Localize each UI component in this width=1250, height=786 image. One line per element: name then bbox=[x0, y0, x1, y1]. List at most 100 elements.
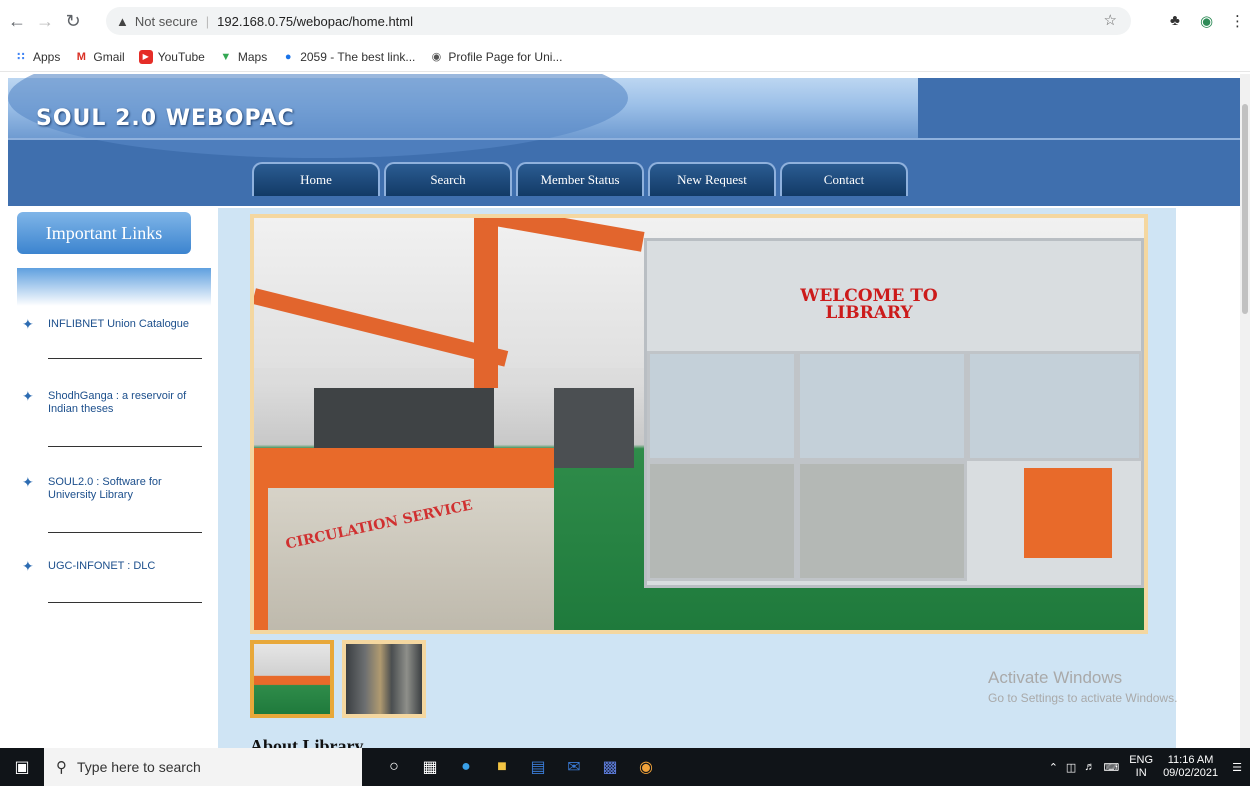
sidebar-divider bbox=[48, 602, 202, 603]
clock-time: 11:16 AM bbox=[1167, 754, 1214, 766]
bookmark-2059[interactable]: ● 2059 - The best link... bbox=[281, 49, 416, 64]
keyboard-icon[interactable]: ⌨ bbox=[1103, 761, 1119, 774]
thumbnail-image bbox=[254, 644, 330, 714]
address-bar[interactable]: ▲ Not secure | 192.168.0.75/webopac/home… bbox=[106, 7, 1131, 35]
bookmark-maps[interactable]: ▼ Maps bbox=[219, 50, 267, 64]
task-view-icon[interactable]: ▦ bbox=[412, 748, 448, 786]
sidebar-divider bbox=[48, 358, 202, 359]
gmail-icon: M bbox=[76, 50, 86, 63]
photo-panel bbox=[797, 461, 967, 581]
photo-desk bbox=[1024, 468, 1112, 558]
bookmark-label: 2059 - The best link... bbox=[300, 49, 416, 64]
site-logo: SOUL 2.0 WEBOPAC bbox=[36, 106, 295, 131]
store-icon[interactable]: ▤ bbox=[520, 748, 556, 786]
counter-face bbox=[254, 488, 554, 630]
library-photo: WELCOME TO LIBRARY CIRCULATION SERVICE bbox=[254, 218, 1144, 630]
bookmark-label: Apps bbox=[33, 49, 61, 64]
taskbar-search[interactable]: ⚲ Type here to search bbox=[44, 748, 362, 786]
site-header: SOUL 2.0 WEBOPAC Home Search Member Stat… bbox=[8, 74, 1240, 206]
bookmark-apps[interactable]: ∷ Apps bbox=[14, 50, 60, 64]
taskbar-search-placeholder: Type here to search bbox=[77, 759, 201, 775]
windows-start-icon[interactable]: ▣ bbox=[0, 748, 44, 786]
header-divider bbox=[8, 138, 1240, 140]
system-tray: ⌃ ◫ ♬ ⌨ ENG IN 11:16 AM 09/02/2021 ☰ bbox=[1049, 748, 1242, 786]
clock[interactable]: 11:16 AM 09/02/2021 bbox=[1163, 754, 1218, 780]
cortana-icon[interactable]: ○ bbox=[376, 748, 412, 786]
menu-kebab-icon[interactable]: ⋮ bbox=[1230, 12, 1245, 30]
apps-grid-icon: ∷ bbox=[17, 51, 25, 63]
menu-search[interactable]: Search bbox=[384, 162, 512, 196]
watermark-subtitle: Go to Settings to activate Windows. bbox=[988, 691, 1178, 705]
security-label: Not secure bbox=[134, 13, 198, 29]
maps-pin-icon: ▼ bbox=[220, 50, 232, 63]
photo-glass bbox=[647, 351, 797, 461]
bookmark-profile[interactable]: ◉ Profile Page for Uni... bbox=[429, 50, 563, 64]
reload-icon[interactable]: ↻ bbox=[62, 10, 84, 32]
sidebar-link-label[interactable]: ShodhGanga : a reservoir of Indian these… bbox=[48, 390, 208, 416]
sidebar-link-label[interactable]: SOUL2.0 : Software for University Librar… bbox=[48, 476, 208, 502]
volume-icon[interactable]: ♬ bbox=[1084, 761, 1095, 773]
sparkle-icon: ✦ bbox=[22, 558, 34, 574]
menu-new-request[interactable]: New Request bbox=[648, 162, 776, 196]
photo-shelf bbox=[554, 388, 634, 468]
windows-taskbar: ▣ ⚲ Type here to search ○ ▦ ● ■ ▤ ✉ ▩ ◉ … bbox=[0, 748, 1250, 786]
thumbnail-2[interactable] bbox=[342, 640, 426, 718]
forward-arrow-icon[interactable]: → bbox=[34, 10, 56, 32]
important-links-header: Important Links bbox=[17, 212, 191, 254]
tray-chevron-icon[interactable]: ⌃ bbox=[1049, 761, 1058, 774]
webpage: SOUL 2.0 WEBOPAC Home Search Member Stat… bbox=[0, 74, 1240, 748]
menu-member-status[interactable]: Member Status bbox=[516, 162, 644, 196]
omnibox-divider: | bbox=[205, 13, 210, 29]
photo-shelf bbox=[314, 388, 494, 448]
browser-toolbar: ← → ↻ ▲ Not secure | 192.168.0.75/webopa… bbox=[0, 0, 1250, 42]
back-arrow-icon[interactable]: ← bbox=[6, 10, 28, 32]
sidebar: Important Links ✦ INFLIBNET Union Catalo… bbox=[8, 208, 216, 748]
menu-home[interactable]: Home bbox=[252, 162, 380, 196]
globe-icon: ◉ bbox=[431, 51, 442, 63]
bookmark-youtube[interactable]: ▶ YouTube bbox=[138, 49, 205, 64]
scrollbar-thumb[interactable] bbox=[1242, 104, 1248, 314]
youtube-icon: ▶ bbox=[138, 49, 153, 64]
photo-panel bbox=[647, 461, 797, 581]
bookmark-label: YouTube bbox=[157, 49, 205, 64]
sparkle-icon: ✦ bbox=[22, 388, 34, 404]
file-explorer-icon[interactable]: ■ bbox=[484, 748, 520, 786]
counter-top bbox=[254, 448, 554, 488]
edge-icon[interactable]: ● bbox=[448, 748, 484, 786]
bookmark-gmail[interactable]: M Gmail bbox=[74, 49, 125, 64]
network-icon[interactable]: ◫ bbox=[1066, 761, 1076, 774]
region-code: IN bbox=[1135, 767, 1147, 779]
activate-windows-watermark: Activate Windows Go to Settings to activ… bbox=[988, 668, 1177, 705]
menu-contact[interactable]: Contact bbox=[780, 162, 908, 196]
url-text[interactable]: 192.168.0.75/webopac/home.html bbox=[217, 14, 413, 29]
main-menu: Home Search Member Status New Request Co… bbox=[252, 162, 912, 196]
slideshow-thumbnails bbox=[250, 640, 434, 718]
bookmark-star-icon[interactable]: ☆ bbox=[1104, 11, 1117, 29]
sidebar-divider bbox=[48, 446, 202, 447]
mail-icon[interactable]: ✉ bbox=[556, 748, 592, 786]
sidebar-divider bbox=[48, 532, 202, 533]
news-icon[interactable]: ▩ bbox=[592, 748, 628, 786]
slideshow-frame: WELCOME TO LIBRARY CIRCULATION SERVICE bbox=[250, 214, 1148, 634]
thumbnail-image bbox=[346, 644, 422, 714]
clock-date: 09/02/2021 bbox=[1163, 767, 1219, 779]
notification-icon[interactable]: ☰ bbox=[1232, 761, 1242, 774]
photo-glass bbox=[797, 351, 967, 461]
bookmark-label: Gmail bbox=[93, 49, 125, 64]
watermark-title: Activate Windows bbox=[988, 668, 1123, 687]
bookmarks-bar: ∷ Apps M Gmail ▶ YouTube ▼ Maps ● 2059 -… bbox=[0, 42, 1250, 72]
thumbnail-1[interactable] bbox=[250, 640, 334, 718]
extension-puzzle-icon[interactable]: ♣ bbox=[1170, 12, 1180, 29]
sidebar-link-label[interactable]: UGC-INFONET : DLC bbox=[48, 560, 208, 573]
warning-icon: ▲ bbox=[116, 13, 129, 29]
search-icon: ⚲ bbox=[56, 759, 67, 776]
chrome-icon[interactable]: ◉ bbox=[628, 748, 664, 786]
sparkle-icon: ✦ bbox=[22, 316, 34, 332]
welcome-sign: WELCOME TO LIBRARY bbox=[800, 286, 938, 323]
sidebar-link-label[interactable]: INFLIBNET Union Catalogue bbox=[48, 318, 208, 331]
language-indicator[interactable]: ENG IN bbox=[1129, 754, 1153, 780]
photo-glass bbox=[967, 351, 1142, 461]
about-library-heading: About Library bbox=[250, 736, 364, 748]
profile-avatar-icon[interactable]: ◉ bbox=[1200, 12, 1213, 30]
page-scrollbar[interactable] bbox=[1240, 74, 1250, 748]
